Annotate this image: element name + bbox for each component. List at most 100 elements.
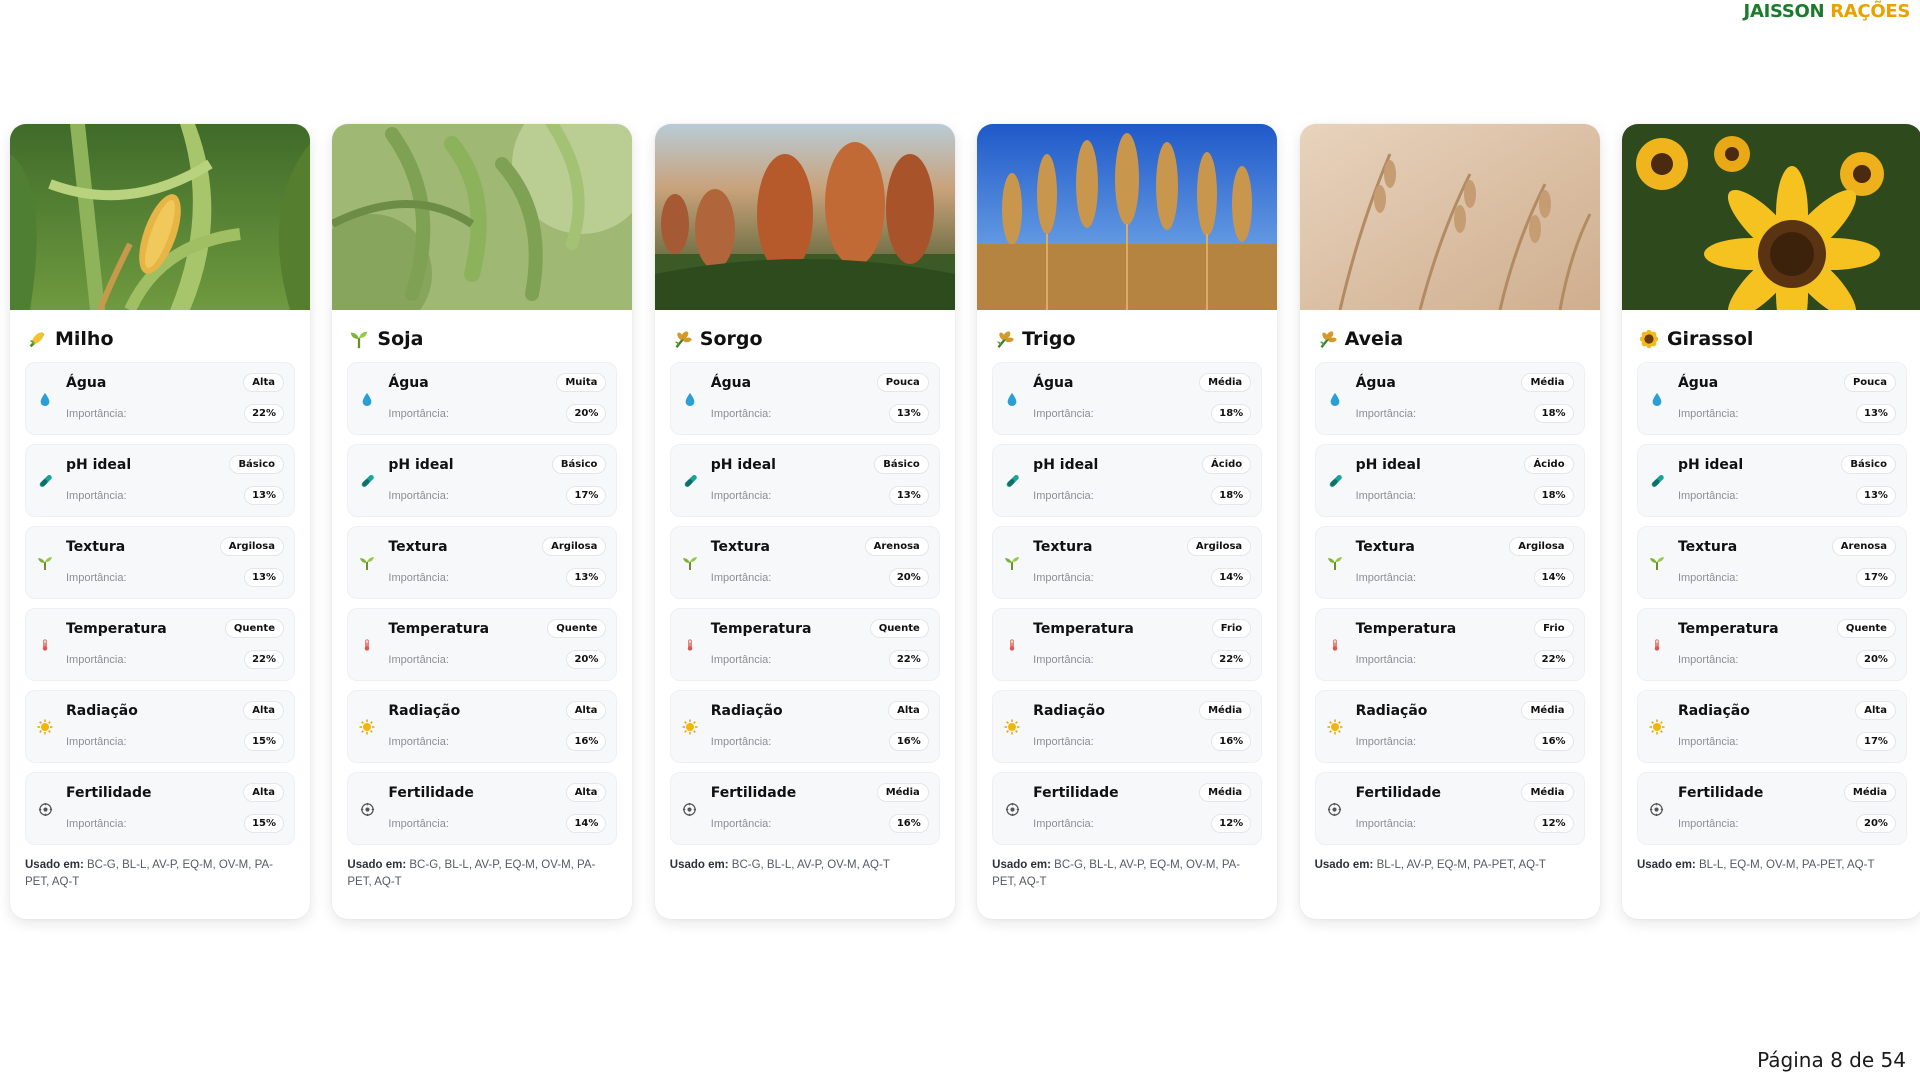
factor-label: Temperatura xyxy=(1355,621,1457,637)
crop-title: Sorgo xyxy=(655,310,955,358)
seedling-icon xyxy=(1326,554,1344,572)
importance-label: Importância: xyxy=(1677,490,1739,502)
crop-photo-aveia xyxy=(1299,124,1600,310)
thermometer-icon xyxy=(1648,636,1666,654)
factor-label: Água xyxy=(66,375,107,391)
sun-icon xyxy=(358,718,376,736)
thermometer-icon xyxy=(1326,636,1344,654)
factor-ph-ideal: pH ideal Importância: Básico 13% xyxy=(25,444,295,517)
crop-title: Girassol xyxy=(1622,310,1920,358)
factor-temperatura: Temperatura Importância: Frio 22% xyxy=(1314,608,1585,681)
crop-cards-grid: Milho Água Importância: Alta 22% pH ideal Impo… xyxy=(10,124,1920,919)
factor-level-badge: Argilosa xyxy=(1186,537,1252,556)
factor-label: pH ideal xyxy=(1033,457,1099,473)
factor-radiacao: Radiação Importância: Média 16% xyxy=(1314,690,1585,763)
factor-label: pH ideal xyxy=(66,457,132,473)
factor-level-badge: Quente xyxy=(224,619,284,638)
importance-label: Importância: xyxy=(66,654,127,666)
used-in-text: Usado em: BL-L, EQ-M, OV-M, PA-PET, AQ-T xyxy=(1622,845,1920,874)
importance-percent-badge: 12% xyxy=(1211,814,1252,833)
used-in-label: Usado em: xyxy=(347,859,407,871)
used-in-label: Usado em: xyxy=(992,859,1051,871)
factor-label: Textura xyxy=(1033,539,1093,555)
crop-title: Aveia xyxy=(1300,310,1600,358)
factor-level-badge: Média xyxy=(1199,373,1252,392)
crop-photo-sorgo xyxy=(654,124,955,310)
crop-card-soja: Soja Água Importância: Muita 20% pH ideal Impo… xyxy=(332,124,633,919)
factor-temperatura: Temperatura Importância: Frio 22% xyxy=(992,608,1263,681)
importance-percent-badge: 16% xyxy=(1533,732,1574,751)
factor-agua: Água Importância: Pouca 13% xyxy=(1636,362,1907,435)
seedling-icon xyxy=(348,328,370,350)
factor-level-badge: Média xyxy=(1521,373,1574,392)
importance-label: Importância: xyxy=(1355,818,1417,830)
factor-label: Textura xyxy=(1677,539,1738,555)
water-drop-icon xyxy=(36,390,54,408)
used-in-text: Usado em: BC-G, BL-L, AV-P, EQ-M, OV-M, … xyxy=(977,845,1277,890)
importance-percent-badge: 22% xyxy=(1533,650,1574,669)
factor-fertilidade: Fertilidade Importância: Média 20% xyxy=(1636,772,1907,845)
factor-level-badge: Média xyxy=(1521,783,1574,802)
importance-percent-badge: 14% xyxy=(1211,568,1252,587)
importance-label: Importância: xyxy=(1033,572,1094,584)
grain-icon xyxy=(993,328,1015,350)
factor-list: Água Importância: Muita 20% pH ideal Importân… xyxy=(332,358,632,845)
importance-percent-badge: 20% xyxy=(566,404,607,423)
importance-label: Importância: xyxy=(388,408,449,420)
factor-level-badge: Alta xyxy=(243,701,284,720)
factor-level-badge: Média xyxy=(1843,783,1896,802)
factor-list: Água Importância: Média 18% pH ideal Importân… xyxy=(977,358,1277,845)
water-drop-icon xyxy=(1648,390,1666,408)
crop-name: Sorgo xyxy=(699,328,763,350)
factor-level-badge: Alta xyxy=(243,783,284,802)
factor-temperatura: Temperatura Importância: Quente 22% xyxy=(25,608,295,681)
factor-label: Temperatura xyxy=(1677,621,1779,637)
factor-label: Temperatura xyxy=(388,621,490,637)
importance-label: Importância: xyxy=(388,818,449,830)
fertility-gear-icon xyxy=(1326,800,1344,818)
importance-label: Importância: xyxy=(710,572,772,584)
importance-percent-badge: 18% xyxy=(1533,404,1574,423)
importance-percent-badge: 12% xyxy=(1533,814,1574,833)
factor-label: Textura xyxy=(710,539,771,555)
factor-label: Fertilidade xyxy=(1033,785,1119,801)
factor-level-badge: Alta xyxy=(565,701,607,720)
importance-label: Importância: xyxy=(710,490,772,502)
factor-textura: Textura Importância: Argilosa 14% xyxy=(992,526,1263,599)
factor-level-badge: Alta xyxy=(1855,701,1896,720)
thermometer-icon xyxy=(358,636,376,654)
factor-list: Água Importância: Pouca 13% pH ideal Importân… xyxy=(655,358,955,845)
factor-level-badge: Média xyxy=(876,783,929,802)
importance-percent-badge: 22% xyxy=(1211,650,1252,669)
test-tube-icon xyxy=(1003,472,1021,490)
factor-agua: Água Importância: Pouca 13% xyxy=(669,362,940,435)
importance-percent-badge: 22% xyxy=(244,404,284,423)
seedling-icon xyxy=(681,554,699,572)
importance-percent-badge: 20% xyxy=(1856,650,1896,669)
importance-label: Importância: xyxy=(388,736,449,748)
importance-percent-badge: 13% xyxy=(566,568,607,587)
used-in-label: Usado em: xyxy=(1636,859,1696,871)
factor-level-badge: Muita xyxy=(556,373,607,392)
crop-card-trigo: Trigo Água Importância: Média 18% pH ideal Imp… xyxy=(977,124,1278,919)
water-drop-icon xyxy=(1003,390,1021,408)
importance-percent-badge: 13% xyxy=(1856,404,1896,423)
used-in-text: Usado em: BC-G, BL-L, AV-P, OV-M, AQ-T xyxy=(655,845,955,874)
importance-percent-badge: 13% xyxy=(888,486,929,505)
factor-label: pH ideal xyxy=(1677,457,1744,473)
factor-label: Água xyxy=(1677,375,1719,391)
factor-textura: Textura Importância: Argilosa 13% xyxy=(25,526,295,599)
test-tube-icon xyxy=(36,472,54,490)
crop-name: Trigo xyxy=(1022,328,1076,350)
crop-photo-milho xyxy=(10,124,310,310)
water-drop-icon xyxy=(1326,390,1344,408)
importance-percent-badge: 15% xyxy=(244,732,284,751)
fertility-gear-icon xyxy=(681,800,699,818)
factor-radiacao: Radiação Importância: Alta 16% xyxy=(669,690,940,763)
crop-photo-trigo xyxy=(977,124,1278,310)
importance-label: Importância: xyxy=(388,490,449,502)
factor-level-badge: Ácido xyxy=(1524,455,1574,474)
seedling-icon xyxy=(1648,554,1666,572)
importance-label: Importância: xyxy=(710,408,772,420)
factor-ph-ideal: pH ideal Importância: Básico 17% xyxy=(347,444,618,517)
